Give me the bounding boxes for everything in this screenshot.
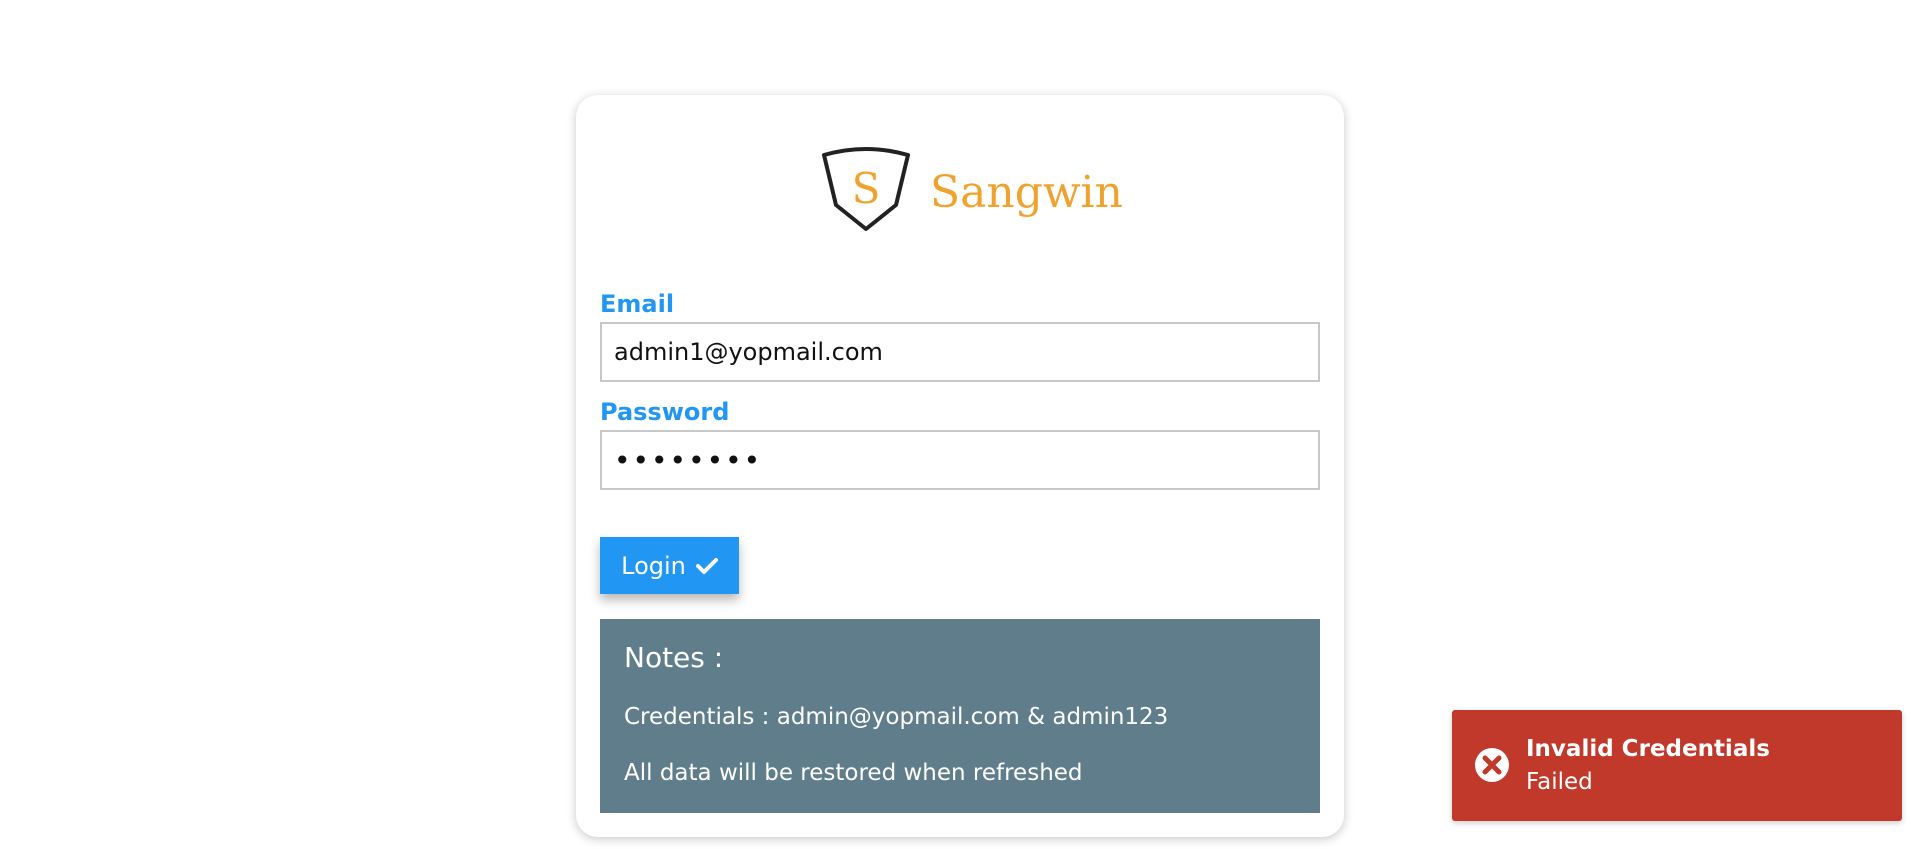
- email-input[interactable]: [600, 322, 1320, 382]
- shield-logo-icon: S: [822, 147, 910, 231]
- login-button-label: Login: [621, 551, 686, 580]
- notes-panel: Notes : Credentials : admin@yopmail.com …: [600, 619, 1320, 813]
- password-label: Password: [600, 398, 730, 426]
- login-card: S Sangwin Email Password Login Notes : C…: [576, 95, 1344, 837]
- toast-detail: Failed: [1526, 769, 1593, 795]
- password-input[interactable]: [600, 430, 1320, 490]
- notes-refresh-line: All data will be restored when refreshed: [624, 760, 1083, 786]
- notes-title: Notes :: [624, 641, 724, 674]
- logo-letter: S: [852, 164, 881, 213]
- login-button[interactable]: Login: [600, 537, 739, 594]
- check-icon: [695, 557, 718, 574]
- toast-title: Invalid Credentials: [1526, 736, 1770, 762]
- error-toast[interactable]: Invalid Credentials Failed: [1452, 710, 1902, 821]
- brand-logo: S Sangwin: [816, 145, 1123, 235]
- notes-credentials-line: Credentials : admin@yopmail.com & admin1…: [624, 704, 1169, 730]
- email-label: Email: [600, 290, 675, 318]
- brand-name: Sangwin: [930, 167, 1123, 218]
- error-circle-icon: [1475, 748, 1509, 782]
